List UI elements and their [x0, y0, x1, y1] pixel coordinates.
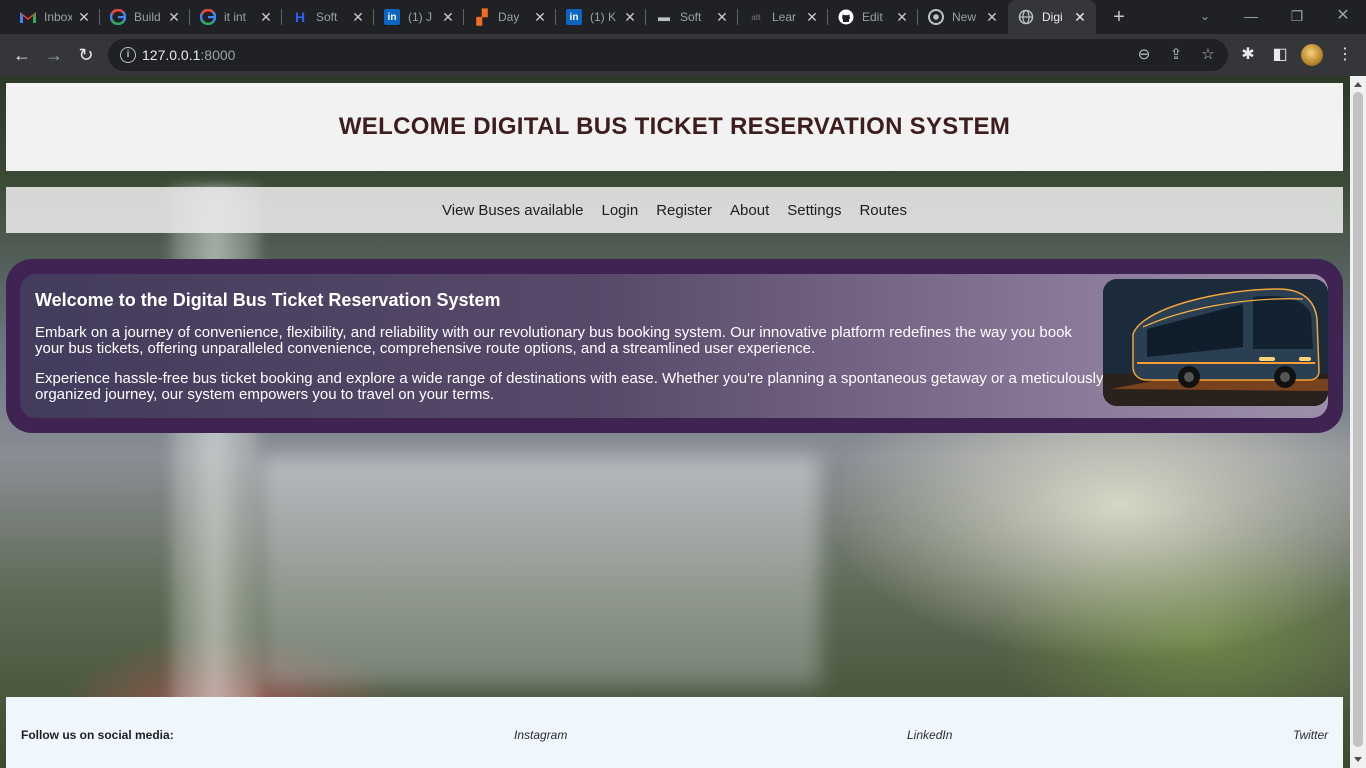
menu-kebab-icon[interactable]: ⋮	[1334, 44, 1356, 66]
url-host: 127.0.0.1	[142, 47, 201, 63]
github-icon	[838, 9, 854, 25]
close-tab-icon[interactable]: ✕	[984, 9, 1000, 25]
tab-title: Soft	[316, 10, 338, 24]
nav-register[interactable]: Register	[656, 202, 712, 219]
twitter-link[interactable]: Twitter	[1293, 728, 1328, 742]
close-tab-icon[interactable]: ✕	[622, 9, 638, 25]
tab-title: (1) K	[590, 10, 617, 24]
scroll-down-arrow-icon[interactable]	[1354, 757, 1362, 762]
tab-inbox[interactable]: Inbox ✕	[10, 0, 100, 34]
nav-login[interactable]: Login	[601, 202, 638, 219]
side-panel-icon[interactable]: ◧	[1269, 44, 1291, 66]
restore-window-icon[interactable]: ❐	[1274, 4, 1320, 28]
close-tab-icon[interactable]: ✕	[804, 9, 820, 25]
nav-about[interactable]: About	[730, 202, 769, 219]
linkedin-icon: in	[566, 9, 582, 25]
site-info-icon[interactable]: i	[120, 47, 136, 63]
google-icon	[110, 9, 126, 25]
close-tab-icon[interactable]: ✕	[166, 9, 182, 25]
tab-linkedin-2[interactable]: in (1) K ✕	[556, 0, 646, 34]
tab-digi-active[interactable]: Digi ✕	[1008, 0, 1096, 34]
tab-build[interactable]: Build ✕	[100, 0, 190, 34]
tab-it-int[interactable]: it int ✕	[190, 0, 282, 34]
globe-icon	[1018, 9, 1034, 25]
close-window-icon[interactable]: ✕	[1320, 4, 1366, 28]
gmail-icon	[20, 9, 36, 25]
tab-strip: Inbox ✕ Build ✕ it int ✕ H Soft ✕ in (1)…	[0, 0, 1366, 34]
close-tab-icon[interactable]: ✕	[440, 9, 456, 25]
zoom-out-icon[interactable]: ⊖	[1134, 45, 1154, 65]
welcome-heading: Welcome to the Digital Bus Ticket Reserv…	[35, 290, 501, 310]
bookmark-star-icon[interactable]: ☆	[1198, 45, 1218, 65]
background-image-blur	[260, 456, 820, 686]
profile-avatar[interactable]	[1301, 44, 1323, 66]
site-header: WELCOME DIGITAL BUS TICKET RESERVATION S…	[6, 83, 1343, 171]
tab-search-chevron-icon[interactable]: ⌄	[1182, 4, 1228, 28]
google-icon	[200, 9, 216, 25]
close-tab-icon[interactable]: ✕	[532, 9, 548, 25]
nav-routes[interactable]: Routes	[859, 202, 907, 219]
minimize-icon[interactable]: —	[1228, 4, 1274, 28]
tab-title: Inbox	[44, 10, 72, 24]
tab-soft-1[interactable]: H Soft ✕	[282, 0, 374, 34]
tab-title: Digi	[1042, 10, 1063, 24]
close-tab-icon[interactable]: ✕	[258, 9, 274, 25]
scrollbar-thumb[interactable]	[1353, 92, 1363, 747]
address-bar[interactable]: i 127.0.0.1:8000 ⊖ ⇪ ☆	[108, 39, 1228, 71]
new-tab-button[interactable]: +	[1108, 6, 1130, 28]
tab-title: it int	[224, 10, 247, 24]
back-arrow-icon[interactable]: ←	[10, 43, 34, 67]
site-footer: Follow us on social media: Instagram Lin…	[6, 697, 1343, 768]
welcome-paragraph: Embark on a journey of convenience, flex…	[35, 324, 1072, 357]
page-viewport: WELCOME DIGITAL BUS TICKET RESERVATION S…	[0, 76, 1350, 768]
laptop-icon: ▬	[658, 10, 670, 24]
close-tab-icon[interactable]: ✕	[350, 9, 366, 25]
linkedin-icon: in	[384, 9, 400, 25]
close-tab-icon[interactable]: ✕	[1072, 9, 1088, 25]
reload-icon[interactable]: ↻	[74, 43, 98, 67]
share-icon[interactable]: ⇪	[1166, 45, 1186, 65]
welcome-paragraph: Experience hassle-free bus ticket bookin…	[35, 370, 1104, 403]
bus-image	[1103, 279, 1328, 406]
tab-title: New	[952, 10, 977, 24]
close-tab-icon[interactable]: ✕	[76, 9, 92, 25]
url-text[interactable]: 127.0.0.1:8000	[142, 47, 235, 63]
tab-title: (1) J	[408, 10, 432, 24]
nav-view-buses[interactable]: View Buses available	[442, 202, 583, 219]
tab-soft-2[interactable]: ▬ Soft ✕	[646, 0, 738, 34]
browser-toolbar: ← → ↻ i 127.0.0.1:8000 ⊖ ⇪ ☆ ✱ ◧ ⋮	[0, 34, 1366, 76]
main-nav: View Buses available Login Register Abou…	[6, 187, 1343, 233]
tab-new[interactable]: New ✕	[918, 0, 1008, 34]
instagram-link[interactable]: Instagram	[514, 728, 567, 742]
tab-title: Edit	[862, 10, 883, 24]
social-media-label: Follow us on social media:	[21, 728, 174, 742]
scroll-up-arrow-icon[interactable]	[1354, 82, 1362, 87]
hashnode-icon: H	[294, 9, 306, 25]
forward-arrow-icon[interactable]: →	[42, 43, 66, 67]
tab-title: Day	[498, 10, 520, 24]
tab-title: Lear	[772, 10, 797, 24]
tab-title: Soft	[680, 10, 702, 24]
extensions-puzzle-icon[interactable]: ✱	[1237, 44, 1259, 66]
page-title: WELCOME DIGITAL BUS TICKET RESERVATION S…	[338, 113, 1011, 140]
tab-edit[interactable]: Edit ✕	[828, 0, 918, 34]
tab-title: Build	[134, 10, 161, 24]
nav-settings[interactable]: Settings	[787, 202, 841, 219]
linkedin-link[interactable]: LinkedIn	[907, 728, 952, 742]
close-tab-icon[interactable]: ✕	[894, 9, 910, 25]
page-scrollbar[interactable]	[1350, 76, 1366, 768]
dayjob-icon: ▞	[476, 8, 488, 25]
tab-linkedin-1[interactable]: in (1) J ✕	[374, 0, 464, 34]
close-tab-icon[interactable]: ✕	[714, 9, 730, 25]
tab-learn[interactable]: alt Lear ✕	[738, 0, 828, 34]
chrome-icon	[928, 9, 944, 25]
url-port: :8000	[200, 47, 236, 63]
learn-icon: alt	[751, 12, 761, 22]
welcome-section: Welcome to the Digital Bus Ticket Reserv…	[6, 259, 1343, 433]
tab-day[interactable]: ▞ Day ✕	[464, 0, 556, 34]
